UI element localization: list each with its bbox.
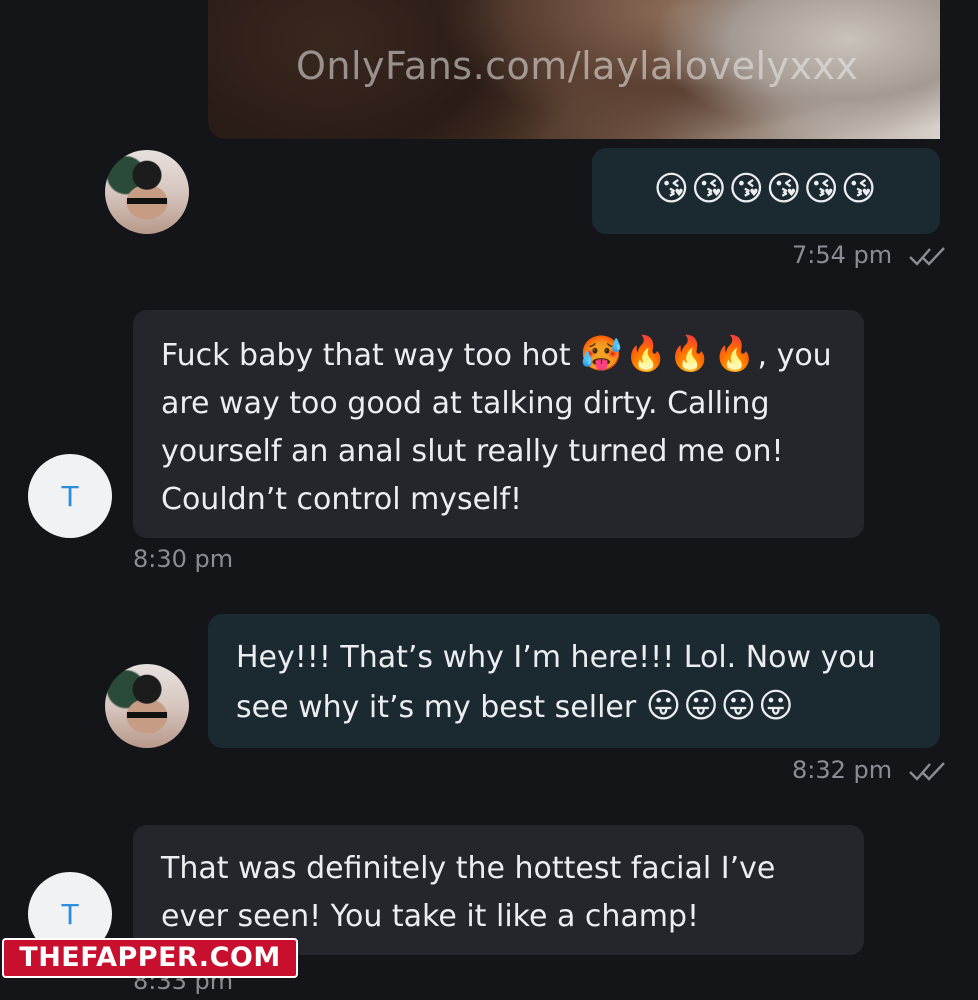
read-receipt-icon [908,247,945,266]
sender-avatar[interactable] [105,150,189,234]
avatar-initial: T [61,897,79,931]
message-time: 8:32 pm [792,756,948,784]
hot-fire-emoji-group: 🥵🔥🔥🔥 [580,334,758,374]
avatar-initial: T [61,479,79,513]
photo-watermark: OnlyFans.com/laylalovelyxxx [296,44,859,88]
message-bubble-outgoing[interactable]: 😘😘😘😘😘😘 [592,148,940,234]
message-time: 7:54 pm [792,241,948,269]
message-text: Fuck baby that way too hot [161,338,581,373]
contact-avatar[interactable]: T [28,454,112,538]
site-watermark-logo: THEFAPPER.COM [2,938,298,978]
time-label: 7:54 pm [792,241,893,269]
message-text: That was definitely the hottest facial I… [161,851,776,934]
message-time: 8:30 pm [133,545,234,573]
kiss-emoji-group: 😘😘😘😘😘😘 [653,169,879,209]
tongue-emoji-group: 😛😛😛😛 [645,686,796,726]
message-bubble-outgoing[interactable]: Hey!!! That’s why I’m here!!! Lol. Now y… [208,614,940,748]
sender-avatar[interactable] [105,664,189,748]
time-label: 8:32 pm [792,756,893,784]
message-bubble-incoming[interactable]: Fuck baby that way too hot 🥵🔥🔥🔥, you are… [133,310,864,538]
message-bubble-incoming[interactable]: That was definitely the hottest facial I… [133,825,864,955]
read-receipt-icon [908,762,945,781]
photo-message[interactable]: OnlyFans.com/laylalovelyxxx [208,0,940,139]
message-text-comma: , [757,338,768,373]
